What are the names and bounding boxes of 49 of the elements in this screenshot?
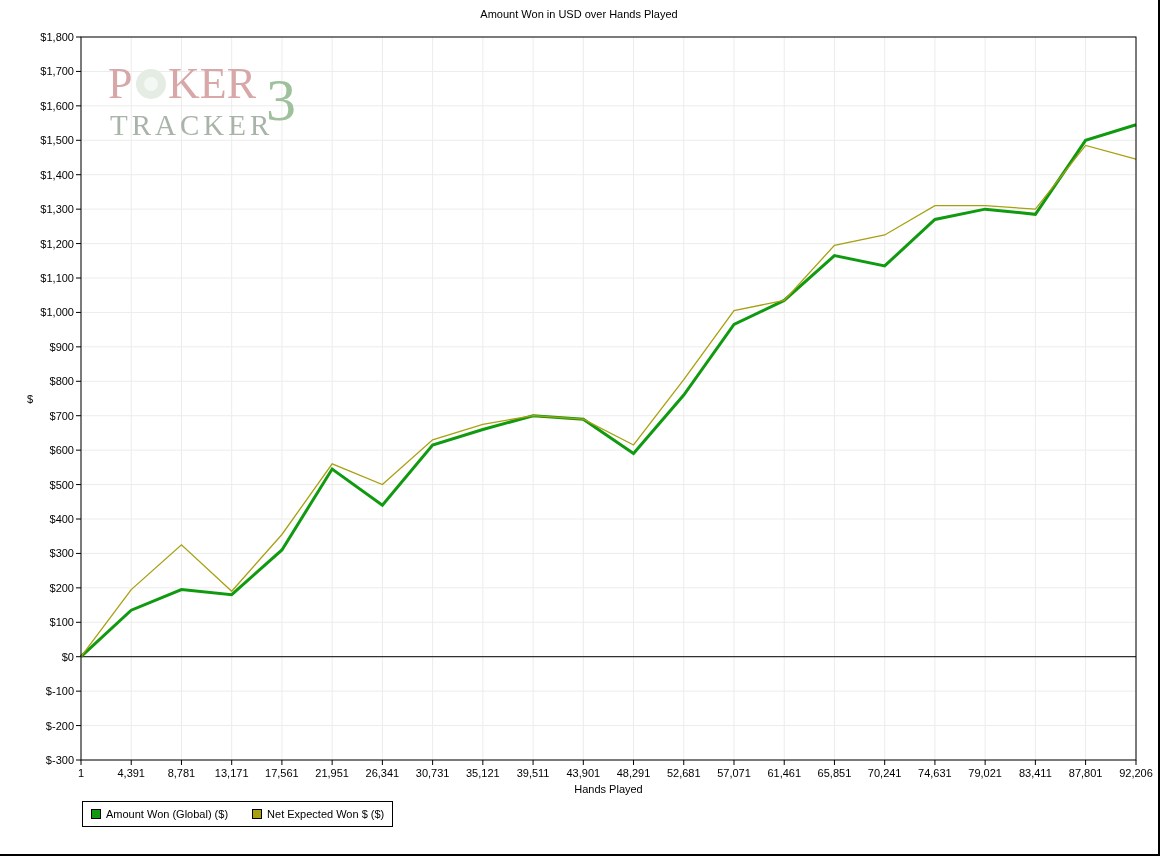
y-tick-label: $1,500 [40, 134, 74, 147]
y-tick-label: $400 [49, 513, 74, 525]
y-tick-label: $1,300 [40, 203, 74, 216]
y-tick-label: $1,700 [40, 65, 74, 78]
x-tick-label: 61,461 [767, 767, 802, 779]
y-tick-label: $1,600 [40, 99, 74, 112]
y-tick-label: $300 [49, 547, 74, 560]
y-tick-label: $0 [61, 650, 74, 663]
y-axis-label: $ [26, 392, 34, 405]
legend-label: Net Expected Won $ ($) [267, 808, 385, 820]
x-tick-label: 79,021 [968, 767, 1002, 779]
x-tick-label: 1 [77, 767, 85, 779]
x-tick-label: 30,731 [415, 767, 450, 779]
y-tick-label: $600 [49, 444, 74, 457]
y-tick-label: $1,100 [40, 272, 74, 284]
x-tick-label: 39,511 [516, 767, 550, 779]
x-tick-label: 83,411 [1018, 767, 1052, 779]
x-tick-label: 21,951 [315, 767, 349, 779]
x-tick-label: 70,241 [867, 767, 902, 779]
x-tick-label: 92,206 [1119, 767, 1153, 779]
x-tick-label: 65,851 [817, 767, 852, 779]
x-tick-label: 87,801 [1068, 767, 1103, 779]
x-tick-label: 57,071 [717, 767, 751, 779]
y-tick-label: $1,200 [40, 237, 74, 250]
x-tick-label: 74,631 [918, 767, 952, 779]
y-tick-label: $1,400 [40, 168, 74, 181]
y-tick-label: $100 [49, 616, 74, 629]
x-tick-label: 48,291 [616, 767, 651, 779]
x-tick-label: 17,561 [265, 767, 299, 779]
legend-label: Amount Won (Global) ($) [106, 808, 229, 820]
y-tick-label: $200 [49, 581, 74, 594]
y-tick-label: $-300 [45, 754, 74, 766]
y-tick-label: $1,000 [40, 306, 74, 319]
x-tick-label: 43,901 [566, 767, 601, 779]
x-tick-label: 8,781 [167, 767, 196, 779]
x-tick-label: 26,341 [365, 767, 400, 779]
y-tick-label: $-200 [45, 719, 74, 732]
y-tick-label: $-100 [45, 685, 74, 698]
x-tick-label: 4,391 [117, 767, 145, 779]
chart-title: Amount Won in USD over Hands Played [479, 7, 679, 22]
x-tick-label: 35,121 [466, 767, 500, 779]
x-tick-label: 13,171 [214, 767, 249, 779]
y-tick-label: $1,800 [40, 31, 74, 43]
x-tick-label: 52,681 [666, 767, 701, 779]
y-tick-label: $500 [49, 478, 74, 491]
y-tick-label: $800 [49, 375, 74, 388]
y-tick-label: $900 [49, 340, 74, 353]
x-axis-label: Hands Played [574, 783, 643, 795]
y-tick-label: $700 [49, 409, 74, 422]
